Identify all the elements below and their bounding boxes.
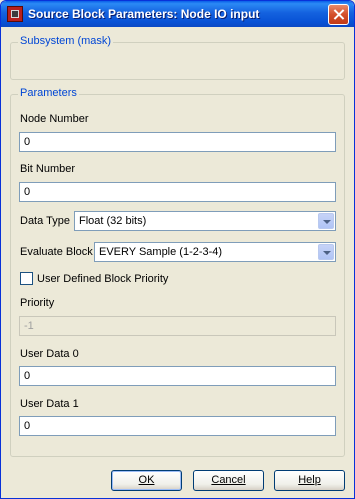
dialog-window: Source Block Parameters: Node IO input S…: [0, 0, 355, 499]
subsystem-group: Subsystem (mask): [10, 35, 345, 80]
user-data-1-input[interactable]: 0: [19, 416, 336, 436]
evaluate-block-value: EVERY Sample (1-2-3-4): [99, 246, 223, 258]
evaluate-block-label: Evaluate Block: [20, 246, 93, 258]
bit-number-input[interactable]: 0: [19, 182, 336, 202]
application-icon: [7, 6, 23, 22]
help-button[interactable]: Help: [274, 470, 345, 491]
data-type-select[interactable]: Float (32 bits): [74, 211, 336, 231]
user-priority-label[interactable]: User Defined Block Priority: [37, 273, 168, 285]
user-data-1-label: User Data 1: [20, 398, 79, 410]
subsystem-legend: Subsystem (mask): [18, 35, 114, 47]
cancel-button[interactable]: Cancel: [193, 470, 264, 491]
user-data-0-input[interactable]: 0: [19, 366, 336, 386]
bit-number-label: Bit Number: [20, 163, 76, 175]
priority-label: Priority: [20, 297, 55, 309]
window-title: Source Block Parameters: Node IO input: [28, 7, 260, 21]
parameters-legend: Parameters: [18, 87, 79, 99]
node-number-label: Node Number: [20, 113, 89, 125]
data-type-value: Float (32 bits): [79, 215, 147, 227]
node-number-input[interactable]: 0: [19, 132, 336, 152]
chevron-down-icon[interactable]: [318, 213, 334, 229]
data-type-label: Data Type: [20, 215, 70, 227]
title-bar[interactable]: Source Block Parameters: Node IO input: [1, 1, 354, 27]
chevron-down-icon[interactable]: [318, 244, 334, 260]
user-data-0-label: User Data 0: [20, 348, 79, 360]
priority-input: -1: [19, 316, 336, 336]
user-priority-checkbox[interactable]: [20, 272, 33, 285]
evaluate-block-select[interactable]: EVERY Sample (1-2-3-4): [94, 242, 336, 262]
close-button[interactable]: [328, 4, 349, 25]
ok-button[interactable]: OK: [111, 470, 182, 491]
